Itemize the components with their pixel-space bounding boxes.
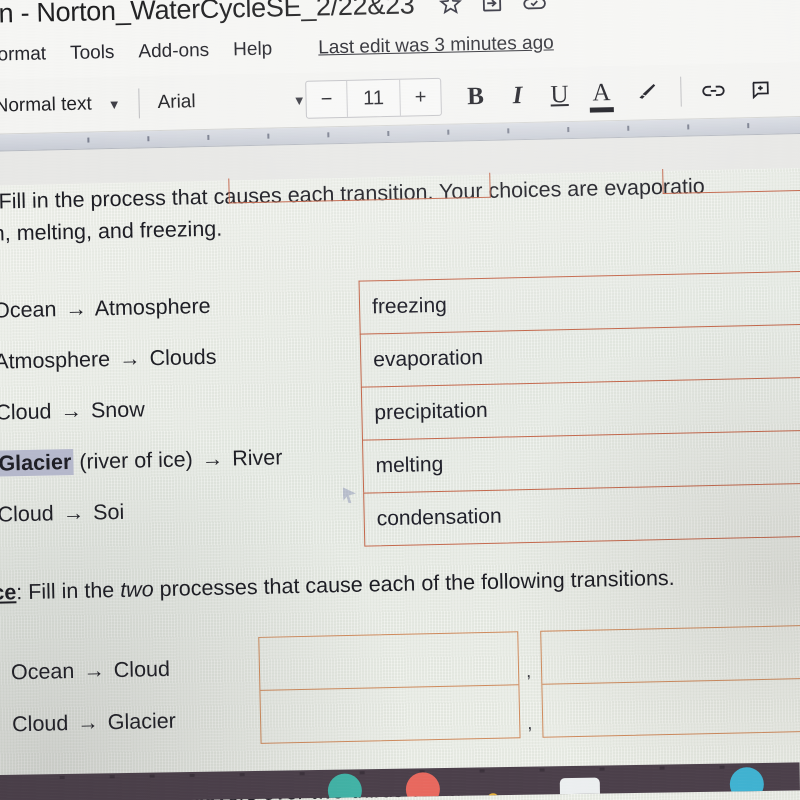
- answer-cell[interactable]: precipitation: [360, 375, 800, 440]
- chevron-down-icon: ▼: [107, 96, 121, 112]
- arrow-icon: →: [65, 296, 88, 321]
- red-app-icon[interactable]: [405, 772, 441, 800]
- arrow-icon: →: [60, 398, 83, 423]
- answer-cell[interactable]: freezing: [358, 269, 800, 334]
- selected-text-highlight: Glacier: [0, 448, 74, 477]
- add-comment-icon[interactable]: [749, 79, 771, 101]
- section-b-lead: ctice: [0, 579, 17, 605]
- section-a-answer-table: freezing evaporation precipitation melti…: [358, 269, 800, 547]
- italic-button[interactable]: I: [507, 82, 528, 109]
- item-text: Cloud → Snow: [0, 396, 145, 425]
- blank-answer-cell[interactable]: [260, 685, 519, 743]
- list-item: B. Cloud → Glacier: [0, 707, 239, 765]
- arrow-icon: →: [76, 710, 100, 735]
- item-text: Cloud → Glacier: [11, 708, 177, 737]
- list-item: D. Glacier (river of ice) → River: [0, 443, 347, 502]
- section-a-question-list: . Ocean → Atmosphere 3. Atmosphere → Clo…: [0, 291, 348, 554]
- highlighter-pen-icon[interactable]: [633, 80, 659, 106]
- separator-column: , ,: [518, 631, 542, 735]
- teal-app-icon[interactable]: [327, 773, 363, 800]
- screen-photo: n - Norton_WaterCycleSE_2/22&23 ormat To…: [0, 0, 800, 800]
- section-b-italic-word: two: [119, 576, 154, 602]
- font-family-dropdown[interactable]: Arial ▼: [157, 89, 305, 114]
- font-size-decrease-button[interactable]: −: [306, 80, 348, 118]
- star-icon[interactable]: [438, 0, 463, 16]
- section-a-exercise: . Ocean → Atmosphere 3. Atmosphere → Clo…: [0, 269, 800, 569]
- arrow-icon: →: [62, 500, 85, 525]
- menu-help[interactable]: Help: [233, 39, 273, 62]
- arrow-icon: →: [201, 446, 224, 471]
- section-b-before-italic: : Fill in the: [15, 577, 121, 604]
- answer-cell[interactable]: evaporation: [359, 322, 800, 387]
- menu-format[interactable]: ormat: [0, 43, 46, 66]
- list-item: A. Ocean → Cloud: [0, 655, 238, 713]
- text-color-button[interactable]: A: [591, 79, 612, 107]
- blank-answer-table-left: [258, 631, 521, 744]
- text-format-button-group: B I U A: [465, 79, 659, 110]
- bold-button[interactable]: B: [465, 82, 486, 109]
- arrow-icon: →: [83, 658, 106, 683]
- answer-cell[interactable]: melting: [361, 428, 800, 493]
- item-text: Ocean → Atmosphere: [0, 293, 211, 323]
- list-item: . Ocean → Atmosphere: [0, 291, 344, 350]
- move-to-folder-icon[interactable]: [480, 0, 503, 14]
- item-letter: A.: [0, 660, 11, 686]
- item-letter: B.: [0, 712, 12, 738]
- blank-answer-cell[interactable]: [541, 624, 800, 685]
- font-size-increase-button[interactable]: +: [400, 79, 441, 116]
- document-title[interactable]: n - Norton_WaterCycleSE_2/22&23: [0, 0, 415, 29]
- toolbar-divider: [680, 76, 682, 107]
- answer-cell[interactable]: condensation: [363, 481, 800, 547]
- title-icon-group: [438, 0, 547, 16]
- arrow-icon: →: [118, 345, 141, 371]
- comma-separator: ,: [525, 660, 532, 681]
- blank-answer-cell[interactable]: [542, 678, 800, 737]
- section-b-after-italic: processes that cause each of the followi…: [153, 565, 675, 601]
- menu-tools[interactable]: Tools: [70, 42, 115, 65]
- list-item: 3. Atmosphere → Clouds: [0, 342, 345, 401]
- cloud-saved-icon[interactable]: [521, 0, 547, 13]
- last-edit-status[interactable]: Last edit was 3 minutes ago: [318, 32, 554, 59]
- chevron-down-icon: ▼: [292, 92, 306, 108]
- underline-button[interactable]: U: [549, 81, 570, 108]
- toolbar-divider: [138, 88, 140, 119]
- blank-answer-table-right: [540, 623, 800, 738]
- section-b-question-list: A. Ocean → Cloud B. Cloud → Glacier: [0, 655, 239, 765]
- blank-answer-cell[interactable]: [259, 632, 519, 691]
- item-text: Cloud → Soi: [0, 499, 125, 527]
- list-item: C. Cloud → Snow: [0, 393, 346, 452]
- list-item: E. Cloud → Soi: [0, 494, 348, 553]
- font-size-stepper: − 11 +: [305, 77, 442, 119]
- document-page[interactable]: ice: Fill in the process that causes eac…: [0, 164, 800, 800]
- section-b-blank-tables: , ,: [258, 623, 800, 744]
- comma-separator: ,: [526, 712, 533, 733]
- section-b-exercise: A. Ocean → Cloud B. Cloud → Glacier ,: [0, 623, 800, 773]
- paragraph-style-dropdown[interactable]: Normal text ▼: [0, 93, 121, 118]
- font-family-label: Arial: [157, 91, 196, 114]
- item-text: Glacier (river of ice) → River: [0, 445, 283, 477]
- font-size-value[interactable]: 11: [347, 79, 401, 117]
- docs-chrome: n - Norton_WaterCycleSE_2/22&23 ormat To…: [0, 0, 800, 152]
- insert-link-icon[interactable]: [699, 80, 727, 103]
- menu-add-ons[interactable]: Add-ons: [138, 40, 209, 64]
- item-text: Ocean → Cloud: [10, 656, 171, 685]
- paragraph-style-label: Normal text: [0, 93, 92, 117]
- item-text: Atmosphere → Clouds: [0, 344, 217, 374]
- skewed-screen-content: n - Norton_WaterCycleSE_2/22&23 ormat To…: [0, 0, 800, 800]
